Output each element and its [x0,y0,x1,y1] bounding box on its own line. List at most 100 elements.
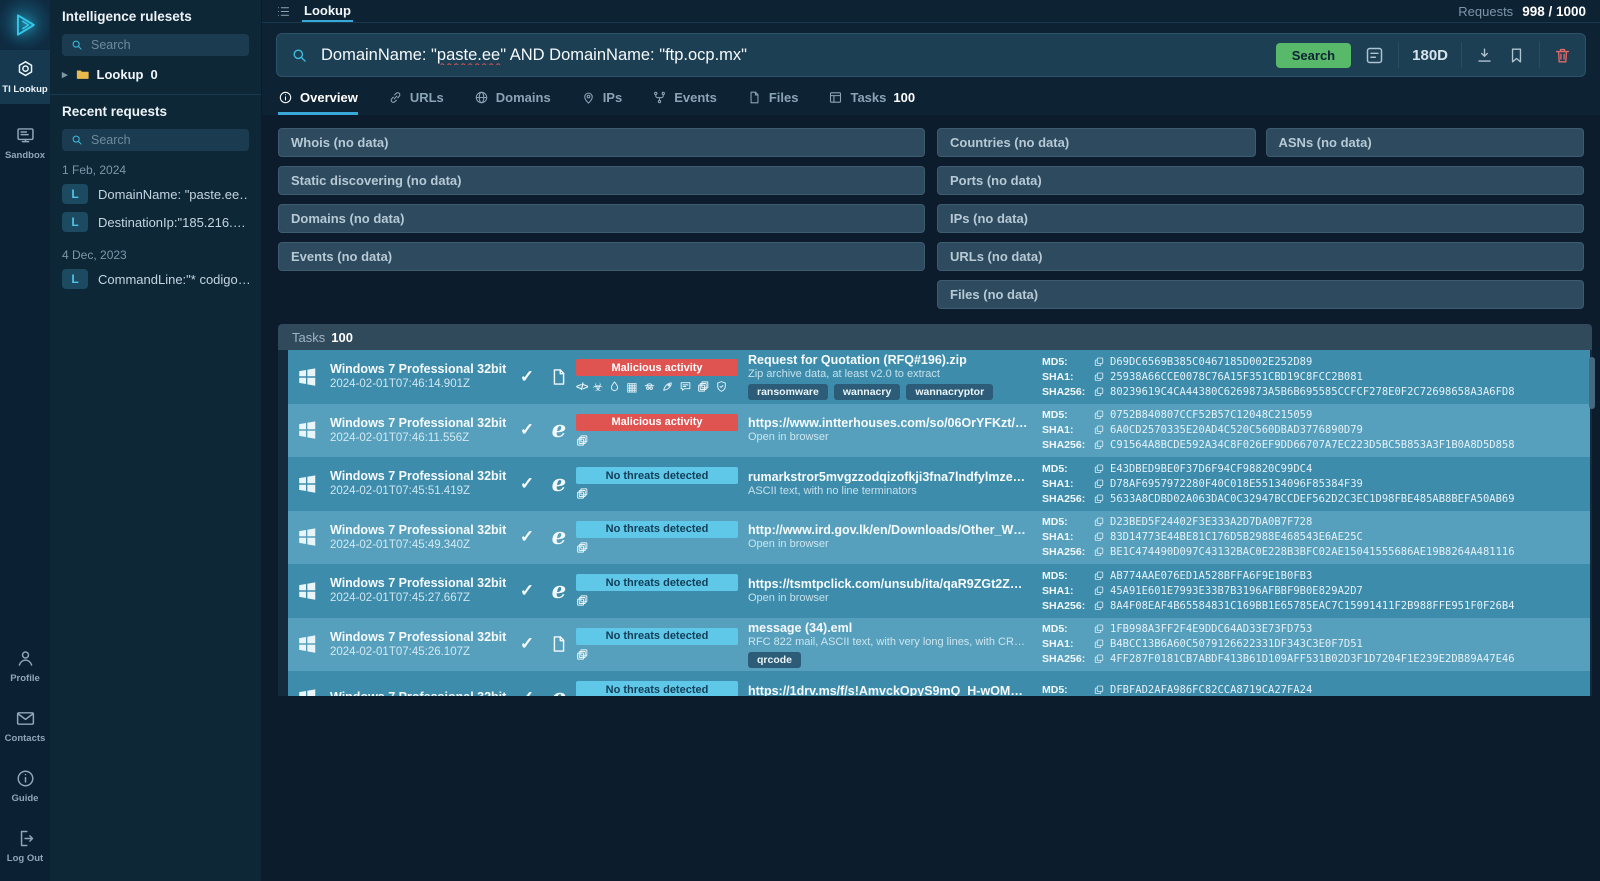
recent-request-text: DomainName: "paste.ee… [98,187,249,202]
copy-icon[interactable] [1093,439,1105,451]
tab-urls[interactable]: URLs [388,90,444,115]
panel-ips[interactable]: IPs (no data) [937,204,1584,233]
task-hashes: MD5:DFBFAD2AFA986FC82CCA8719CA27FA24SHA1… [1042,683,1590,696]
windows-logo-icon [296,526,318,548]
tab-tasks[interactable]: Tasks100 [828,90,915,115]
task-row[interactable]: Windows 7 Professional 32bit2024-02-01T0… [288,404,1590,458]
rail-item-contacts[interactable]: Contacts [0,699,50,753]
tag-badge[interactable]: wannacryptor [906,384,993,400]
task-row[interactable]: Windows 7 Professional 32bit2024-02-01T0… [288,457,1590,511]
period-selector[interactable]: 180D [1412,47,1448,64]
copy-icon[interactable] [1093,600,1105,612]
app-logo[interactable] [0,0,50,50]
recent-request-text: CommandLine:"* codigo… [98,272,249,287]
search-query-input[interactable]: DomainName: "paste.ee" AND DomainName: "… [321,46,1264,65]
tasks-count: 100 [331,330,353,345]
main-area: Lookup Requests 998 / 1000 DomainName: "… [262,0,1600,881]
task-name[interactable]: http://www.ird.gov.lk/en/Downloads/Other… [748,523,1028,538]
recent-requests-title: Recent requests [62,103,249,120]
panel-domains[interactable]: Domains (no data) [278,204,925,233]
task-name[interactable]: https://1drv.ms/f/s!AmvckOpyS9mQ_H-wOM95… [748,684,1028,696]
copy-icon[interactable] [1093,516,1105,528]
task-row[interactable]: Windows 7 Professional 32bit2024-02-01T0… [288,618,1590,672]
tasks-scrollbar-thumb[interactable] [1589,357,1595,409]
bookmark-icon[interactable] [1507,46,1526,65]
panel-countries[interactable]: Countries (no data) [937,128,1256,157]
task-name[interactable]: https://www.intterhouses.com/so/06OrYFKz… [748,416,1028,431]
task-name[interactable]: message (34).eml [748,621,1028,636]
hash-value: D23BED5F24402F3E333A2D7DA0B7F728 [1110,515,1312,529]
panel-events[interactable]: Events (no data) [278,242,925,271]
copy-icon[interactable] [1093,424,1105,436]
copy-icon[interactable] [1093,653,1105,665]
copy-icon[interactable] [1093,386,1105,398]
download-icon[interactable] [1475,46,1494,65]
rail-item-label: Sandbox [5,150,45,161]
tab-count: 100 [893,90,915,105]
copy-icon[interactable] [1093,623,1105,635]
tab-domains[interactable]: Domains [474,90,551,115]
recent-request-item[interactable]: LDomainName: "paste.ee… [62,180,249,208]
panel-files[interactable]: Files (no data) [937,280,1584,309]
copy-icon[interactable] [1093,463,1105,475]
tab-ips[interactable]: IPs [581,90,623,115]
copy-icon[interactable] [1093,409,1105,421]
tag-badge[interactable]: ransomware [748,384,828,400]
lookup-folder-row[interactable]: ▸ Lookup 0 [62,67,249,82]
hash-value: E43DBED9BE0F37D6F94CF98820C99DC4 [1110,462,1312,476]
copy-icon[interactable] [1093,371,1105,383]
task-hashes: MD5:D23BED5F24402F3E333A2D7DA0B7F728SHA1… [1042,515,1590,559]
panel-ports[interactable]: Ports (no data) [937,166,1584,195]
recent-search-input[interactable] [91,133,241,147]
task-row[interactable]: Windows 7 Professional 32bit2024-02-01T0… [288,350,1590,404]
query-builder-icon[interactable] [1364,45,1385,66]
rulesets-search-input[interactable] [91,38,241,52]
recent-request-item[interactable]: LCommandLine:"* codigo… [62,265,249,293]
rail-item-profile[interactable]: Profile [0,639,50,693]
rail-item-sandbox[interactable]: Sandbox [0,116,50,170]
task-subtitle: RFC 822 mail, ASCII text, with very long… [748,636,1028,649]
caret-right-icon[interactable]: ▸ [62,68,68,81]
result-tabs: Overview URLs Domains IPs Events Files Tasks10… [262,84,1600,115]
copy-icon[interactable] [1093,684,1105,696]
recent-request-item[interactable]: LDestinationIp:"185.216.… [62,208,249,236]
task-subtitle: Open in browser [748,538,1028,551]
copy-icon[interactable] [1093,478,1105,490]
task-row[interactable]: Windows 7 Professional 32bit2024-02-01T0… [288,511,1590,565]
rail-item-guide[interactable]: Guide [0,759,50,813]
task-name[interactable]: Request for Quotation (RFQ#196).zip [748,353,1028,368]
guide-icon [15,768,36,789]
task-name[interactable]: rumarkstror5mvgzzodqizofkji3fna7lndfylmz… [748,470,1028,485]
rail-item-ti-lookup[interactable]: TI Lookup [0,50,50,104]
task-row[interactable]: Windows 7 Professional 32bit2024-02-01T0… [288,564,1590,618]
biohazard-icon: ☣ [592,380,603,394]
windows-logo-icon [296,473,318,495]
recent-requests-list: 1 Feb, 2024LDomainName: "paste.ee…LDesti… [62,163,249,293]
task-name[interactable]: https://tsmtpclick.com/unsub/ita/qaR9ZGt… [748,577,1028,592]
panel-static[interactable]: Static discovering (no data) [278,166,925,195]
check-icon: ✓ [520,688,534,696]
copy-icon[interactable] [1093,531,1105,543]
copy-icon[interactable] [1093,356,1105,368]
copy-icon[interactable] [1093,638,1105,650]
tab-overview[interactable]: Overview [278,90,358,115]
tab-events[interactable]: Events [652,90,717,115]
copy-icon[interactable] [1093,585,1105,597]
copy-icon[interactable] [1093,570,1105,582]
list-menu-icon[interactable] [276,4,291,19]
task-row[interactable]: Windows 7 Professional 32bit✓eNo threats… [288,671,1590,696]
copy-icon[interactable] [1093,493,1105,505]
tab-files[interactable]: Files [747,90,799,115]
panel-whois[interactable]: Whois (no data) [278,128,925,157]
lookup-folder-count: 0 [150,67,157,82]
panel-asns[interactable]: ASNs (no data) [1266,128,1585,157]
tag-badge[interactable]: qrcode [748,652,801,668]
topbar-tab-lookup[interactable]: Lookup [302,0,353,22]
trash-icon[interactable] [1553,46,1572,65]
tag-badge[interactable]: wannacry [834,384,900,400]
panel-urls[interactable]: URLs (no data) [937,242,1584,271]
rail-item-logout[interactable]: Log Out [0,819,50,873]
copy-icon[interactable] [1093,546,1105,558]
search-button[interactable]: Search [1276,43,1351,68]
code-icon: </> [576,379,587,394]
